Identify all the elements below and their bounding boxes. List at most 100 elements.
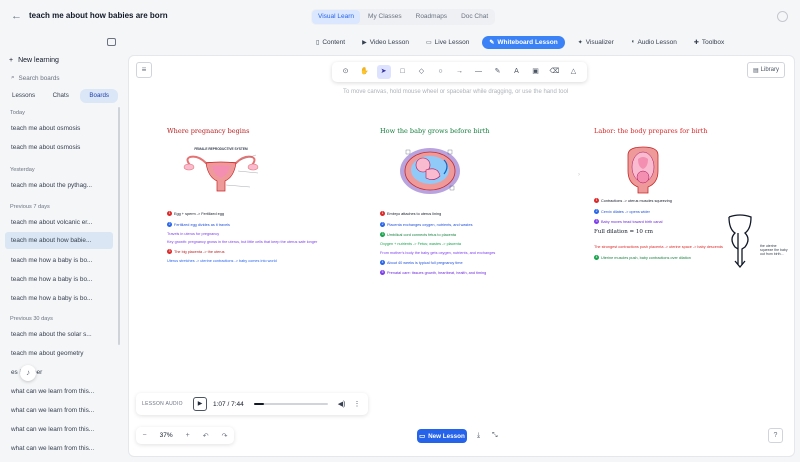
plus-icon: +	[9, 57, 14, 64]
step-number: 2	[380, 222, 385, 227]
list-item[interactable]: teach me about the solar s...	[5, 326, 113, 343]
birth-position-diagram	[624, 145, 662, 195]
zoom-in-button[interactable]: +	[186, 432, 190, 439]
tab-roadmaps[interactable]: Roadmaps	[410, 10, 453, 24]
step-number: 1	[167, 211, 172, 216]
library-button[interactable]: ▤ Library	[747, 62, 785, 78]
download-icon[interactable]: ⤓	[477, 432, 480, 440]
mode-live-lesson[interactable]: ▭ Live Lesson	[422, 37, 473, 48]
note-line: From mother's body the baby gets oxygen,…	[380, 251, 496, 255]
list-item[interactable]: teach me how a baby is bo...	[5, 271, 113, 288]
list-item[interactable]: teach me how a baby is bo...	[5, 252, 113, 269]
hand-icon[interactable]: ✋	[358, 65, 372, 79]
list-item[interactable]: teach me about the pythag...	[5, 177, 113, 194]
audio-label: LESSON AUDIO	[142, 401, 183, 407]
sidebar-tab-boards[interactable]: Boards	[80, 89, 118, 103]
pointer-icon[interactable]: ➤	[376, 65, 391, 79]
zoom-out-button[interactable]: −	[143, 432, 147, 439]
list-item[interactable]: teach me about osmosis	[5, 120, 113, 137]
app-root: ← teach me about how babies are born Vis…	[0, 0, 800, 462]
image-icon[interactable]: ▣	[529, 65, 543, 79]
list-item[interactable]: what can we learn from this...	[5, 421, 113, 438]
pencil-icon[interactable]: ✎	[491, 65, 505, 79]
hand-drawn-uterus-sketch	[728, 214, 752, 268]
volume-icon[interactable]: ◀)	[338, 400, 346, 408]
new-lesson-button[interactable]: ▭ New Lesson	[417, 429, 467, 443]
rectangle-icon[interactable]: □	[396, 65, 410, 79]
note-line: 1 Contractions -> uterus muscles squeezin…	[594, 198, 672, 203]
audio-progress-bar[interactable]	[253, 403, 328, 405]
step-number: 1	[380, 211, 385, 216]
mode-audio-lesson[interactable]: ◖ Audio Lesson	[627, 37, 681, 48]
note-line: 2 Fertilized egg divides as it travels	[167, 222, 230, 227]
section-label: Previous 7 days	[10, 204, 50, 210]
mode-visualizer[interactable]: ✦ Visualizer	[574, 37, 618, 48]
new-learning-button[interactable]: + New learning	[9, 57, 59, 64]
drawing-toolbar: ⊙ ✋ ➤ □ ◇ ○ → — ✎ A ▣ ⌫ △	[332, 62, 587, 82]
shapes-icon[interactable]: △	[567, 65, 581, 79]
list-item[interactable]: teach me about volcanic er...	[5, 214, 113, 231]
search-icon: ⌕	[11, 74, 15, 81]
circle-icon[interactable]: ○	[434, 65, 448, 79]
text-icon[interactable]: A	[510, 65, 524, 79]
lesson-audio-player: LESSON AUDIO ▶ 1:07 / 7:44 ◀) ⋮	[136, 393, 368, 415]
side-note: the uterine squeeze the baby out from bi…	[760, 244, 788, 256]
mode-label: Video Lesson	[369, 38, 409, 46]
arrow-icon[interactable]: →	[453, 65, 467, 79]
step-number: 1	[594, 198, 599, 203]
note-line: 2 Placenta exchanges oxygen, nutrients, a…	[380, 222, 472, 227]
menu-icon[interactable]: ≡	[136, 62, 152, 78]
audio-icon: ◖	[630, 39, 635, 45]
tab-doc-chat[interactable]: Doc Chat	[455, 10, 494, 24]
arrow-left-icon[interactable]: ←	[11, 10, 22, 22]
search-boards-input[interactable]: ⌕ Search boards	[8, 72, 116, 84]
mode-toolbox[interactable]: ✚ Toolbox	[690, 37, 728, 48]
undo-icon[interactable]: ↶	[203, 432, 209, 440]
bell-icon[interactable]: ♪	[20, 365, 36, 381]
section-label: Yesterday	[10, 167, 35, 173]
note-line-emphasis: Full dilation = 10 cm	[594, 229, 653, 235]
list-item[interactable]: teach me how a baby is bo...	[5, 290, 113, 307]
fetus-illustration	[400, 148, 460, 194]
fullscreen-icon[interactable]: ⤡	[492, 432, 498, 440]
tab-my-classes[interactable]: My Classes	[362, 10, 408, 24]
sidebar-scrollbar[interactable]	[118, 107, 120, 345]
uterus-illustration	[183, 154, 259, 192]
new-learning-label: New learning	[18, 57, 59, 64]
tab-visual-learn[interactable]: Visual Learn	[312, 10, 361, 24]
note-line: 3 The big placenta -> the uterus	[167, 249, 225, 254]
redo-icon[interactable]: ↷	[222, 432, 228, 440]
step-number: 3	[594, 219, 599, 224]
help-icon[interactable]: ?	[768, 428, 783, 443]
note-text: The big placenta -> the uterus	[174, 249, 225, 254]
mode-whiteboard-lesson[interactable]: ✎ Whiteboard Lesson	[482, 35, 565, 49]
zoom-controls: − 37% + ↶ ↷	[136, 427, 234, 444]
more-vertical-icon[interactable]: ⋮	[353, 400, 360, 408]
section-label: Previous 30 days	[10, 316, 53, 322]
mode-content[interactable]: ▯ Content	[312, 37, 349, 48]
diamond-icon[interactable]: ◇	[415, 65, 429, 79]
line-icon[interactable]: —	[472, 65, 486, 79]
eraser-icon[interactable]: ⌫	[548, 65, 562, 79]
play-icon[interactable]: ▶	[193, 397, 207, 411]
section-label: Today	[10, 110, 25, 116]
sidebar-tab-chats[interactable]: Chats	[47, 89, 75, 103]
sidebar-tab-lessons[interactable]: Lessons	[6, 89, 41, 103]
list-item[interactable]: what can we learn from this...	[5, 383, 113, 400]
top-tabs: Visual Learn My Classes Roadmaps Doc Cha…	[311, 9, 496, 25]
note-text: Fertilized egg divides as it travels	[174, 222, 230, 227]
list-item[interactable]: teach me about osmosis	[5, 139, 113, 156]
list-item[interactable]: what can we learn from this...	[5, 440, 113, 457]
list-item[interactable]: teach me about geometry	[5, 345, 113, 362]
lock-icon[interactable]: ⊙	[339, 65, 353, 79]
note-text: Umbilical cord connects fetus to placent…	[387, 232, 457, 237]
mode-video-lesson[interactable]: ▶ Video Lesson	[358, 37, 413, 48]
list-item-active[interactable]: teach me about how babie...	[5, 232, 113, 249]
live-icon: ▭	[426, 39, 432, 46]
note-line: 3 Baby moves head toward birth canal	[594, 219, 662, 224]
page-title: teach me about how babies are born	[29, 11, 168, 20]
sidebar-collapse-icon[interactable]	[107, 38, 116, 46]
list-item[interactable]: what can we learn from this...	[5, 402, 113, 419]
step-number: 4	[380, 260, 385, 265]
note-text: About 40 weeks is typical full pregnancy…	[387, 260, 463, 265]
